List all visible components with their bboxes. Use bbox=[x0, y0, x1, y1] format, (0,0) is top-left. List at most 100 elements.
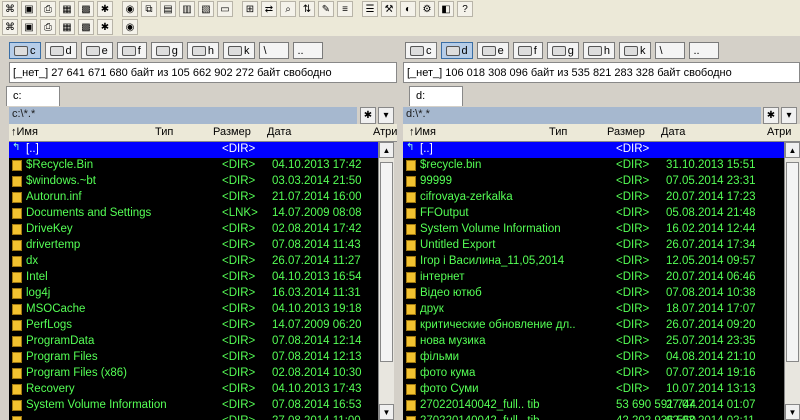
file-row[interactable]: System Volume Information <DIR> 16.02.2014… bbox=[403, 222, 784, 238]
file-row[interactable]: 99999 <DIR> 07.05.2014 23:31 bbox=[403, 174, 784, 190]
drive-button-e[interactable]: e bbox=[80, 42, 113, 59]
grid-icon[interactable]: ▦ bbox=[59, 1, 75, 17]
left-scrollbar[interactable]: ▲ ▼ bbox=[378, 142, 394, 420]
col-type[interactable]: Тип bbox=[155, 126, 173, 138]
col-date[interactable]: Дата bbox=[267, 126, 291, 138]
file-row[interactable]: cifrovaya-zerkalka <DIR> 20.07.2014 17:23 bbox=[403, 190, 784, 206]
file-row[interactable]: dx <DIR> 26.07.2014 11:27 bbox=[9, 254, 378, 270]
col-date[interactable]: Дата bbox=[661, 126, 685, 138]
left-file-list[interactable]: ↰ [..] <DIR> $Recycle.Bin <DIR> 04.10.2013 17… bbox=[9, 142, 378, 420]
help-icon[interactable]: ? bbox=[457, 1, 473, 17]
unpack-icon[interactable]: ▧ bbox=[198, 1, 214, 17]
drive-button-root[interactable]: \ bbox=[258, 42, 289, 59]
scroll-down-arrow[interactable]: ▼ bbox=[785, 404, 800, 420]
scroll-thumb[interactable] bbox=[380, 162, 393, 362]
file-row[interactable]: drivertemp <DIR> 07.08.2014 11:43 bbox=[9, 238, 378, 254]
file-row[interactable]: Program Files <DIR> 07.08.2014 12:13 bbox=[9, 350, 378, 366]
web-icon[interactable]: ▩ bbox=[78, 19, 94, 35]
file-row[interactable]: FFOutput <DIR> 05.08.2014 21:48 bbox=[403, 206, 784, 222]
compare-icon[interactable]: ≡ bbox=[337, 1, 353, 17]
file-row[interactable]: Intel <DIR> 04.10.2013 16:54 bbox=[9, 270, 378, 286]
right-file-list[interactable]: ↰ [..] <DIR> $recycle.bin <DIR> 31.10.2013 15… bbox=[403, 142, 784, 420]
file-row[interactable]: MSOCache <DIR> 04.10.2013 19:18 bbox=[9, 302, 378, 318]
drive-button-e[interactable]: e bbox=[476, 42, 509, 59]
drive-button-root[interactable]: \ bbox=[654, 42, 685, 59]
file-row[interactable]: друк <DIR> 18.07.2014 17:07 bbox=[403, 302, 784, 318]
file-row[interactable]: фото кума <DIR> 07.07.2014 19:16 bbox=[403, 366, 784, 382]
bug-icon[interactable]: ✱ bbox=[97, 19, 113, 35]
col-name[interactable]: ↑Имя bbox=[409, 126, 436, 138]
drive-button-c[interactable]: c bbox=[405, 42, 437, 59]
col-name[interactable]: ↑Имя bbox=[11, 126, 38, 138]
notes-icon[interactable]: ☰ bbox=[362, 1, 378, 17]
file-row[interactable]: Ігор і Василина_11,05,2014 <DIR> 12.05.201… bbox=[403, 254, 784, 270]
left-tab-c[interactable]: c: bbox=[6, 86, 60, 106]
file-row[interactable]: 270220140042_full.. tib42 202 936 56002.… bbox=[403, 414, 784, 420]
right-tab-d[interactable]: d: bbox=[409, 86, 463, 106]
view-icon[interactable]: ◧ bbox=[438, 1, 454, 17]
drive-button-up[interactable]: .. bbox=[292, 42, 323, 59]
left-filter-button[interactable]: ✱ bbox=[360, 107, 376, 124]
search-icon[interactable]: ⌕ bbox=[280, 1, 296, 17]
copy-icon[interactable]: ⧉ bbox=[141, 1, 157, 17]
file-row[interactable]: $recycle.bin <DIR> 31.10.2013 15:51 bbox=[403, 158, 784, 174]
col-attr[interactable]: Атри bbox=[373, 126, 397, 138]
file-row[interactable]: критические обновление дл.. <DIR> 26.07.20… bbox=[403, 318, 784, 334]
cmd-icon[interactable]: ⌘ bbox=[2, 1, 18, 17]
network-icon[interactable]: ⌘ bbox=[2, 19, 18, 35]
scroll-thumb[interactable] bbox=[786, 162, 799, 362]
file-row[interactable]: DriveKey <DIR> 02.08.2014 17:42 bbox=[9, 222, 378, 238]
file-row[interactable]: Autorun.inf <DIR> 21.07.2014 16:00 bbox=[9, 190, 378, 206]
drive-button-up[interactable]: .. bbox=[688, 42, 719, 59]
edit-icon[interactable]: ✎ bbox=[318, 1, 334, 17]
scroll-up-arrow[interactable]: ▲ bbox=[785, 142, 800, 158]
drive-button-h[interactable]: h bbox=[186, 42, 219, 59]
grid2-icon[interactable]: ▩ bbox=[78, 1, 94, 17]
col-type[interactable]: Тип bbox=[549, 126, 567, 138]
file-row[interactable]: Untitled Export <DIR> 26.07.2014 17:34 bbox=[403, 238, 784, 254]
file-row[interactable]: <DIR> 27.08.2014 11:00 bbox=[9, 414, 378, 420]
col-attr[interactable]: Атри bbox=[767, 126, 791, 138]
print-icon[interactable]: ⎙ bbox=[40, 1, 56, 17]
col-size[interactable]: Размер bbox=[607, 126, 645, 138]
disk-icon[interactable]: ▤ bbox=[160, 1, 176, 17]
drive-button-f[interactable]: f bbox=[116, 42, 147, 59]
drive-button-k[interactable]: k bbox=[223, 42, 255, 59]
file-row[interactable]: Recovery <DIR> 04.10.2013 17:43 bbox=[9, 382, 378, 398]
file-row[interactable]: 270220140042_full.. tib 53 690 591 744 27.… bbox=[403, 398, 784, 414]
info-icon[interactable]: ▣ bbox=[21, 19, 37, 35]
tools-icon[interactable]: ⚒ bbox=[381, 1, 397, 17]
file-row[interactable]: $windows.~bt <DIR> 03.03.2014 21:50 bbox=[9, 174, 378, 190]
star-icon[interactable]: ✱ bbox=[97, 1, 113, 17]
file-row[interactable]: фільми <DIR> 04.08.2014 21:10 bbox=[403, 350, 784, 366]
scroll-up-arrow[interactable]: ▲ bbox=[379, 142, 394, 158]
right-scrollbar[interactable]: ▲ ▼ bbox=[784, 142, 800, 420]
color-icon[interactable]: ◐ bbox=[400, 1, 416, 17]
file-row[interactable]: ↰ [..] <DIR> bbox=[9, 142, 378, 158]
drive-button-d[interactable]: d bbox=[44, 42, 77, 59]
drive-button-c[interactable]: c bbox=[9, 42, 41, 59]
file-row[interactable]: інтернет <DIR> 20.07.2014 06:46 bbox=[403, 270, 784, 286]
globe-icon[interactable]: ◉ bbox=[122, 1, 138, 17]
drive-button-g[interactable]: g bbox=[546, 42, 579, 59]
drive-button-g[interactable]: g bbox=[150, 42, 183, 59]
file-row[interactable]: Documents and Settings <LNK> 14.07.2009 08… bbox=[9, 206, 378, 222]
right-history-button[interactable]: ▾ bbox=[781, 107, 797, 124]
file-row[interactable]: Program Files (x86) <DIR> 02.08.2014 10:30 bbox=[9, 366, 378, 382]
right-filter-button[interactable]: ✱ bbox=[763, 107, 779, 124]
task-icon[interactable]: ⎙ bbox=[40, 19, 56, 35]
file-row[interactable]: ProgramData <DIR> 07.08.2014 12:14 bbox=[9, 334, 378, 350]
terminal-icon[interactable]: ▭ bbox=[217, 1, 233, 17]
file-row[interactable]: Відео ютюб <DIR> 07.08.2014 10:38 bbox=[403, 286, 784, 302]
file-row[interactable]: ↰ [..] <DIR> bbox=[403, 142, 784, 158]
clock-icon[interactable]: ▦ bbox=[59, 19, 75, 35]
pack-icon[interactable]: ▥ bbox=[179, 1, 195, 17]
chip-icon[interactable]: ◉ bbox=[122, 19, 138, 35]
save-icon[interactable]: ▣ bbox=[21, 1, 37, 17]
col-size[interactable]: Размер bbox=[213, 126, 251, 138]
tree-icon[interactable]: ⊞ bbox=[242, 1, 258, 17]
sync-icon[interactable]: ⇄ bbox=[261, 1, 277, 17]
drive-button-k[interactable]: k bbox=[619, 42, 651, 59]
left-history-button[interactable]: ▾ bbox=[378, 107, 394, 124]
file-row[interactable]: log4j <DIR> 16.03.2014 11:31 bbox=[9, 286, 378, 302]
